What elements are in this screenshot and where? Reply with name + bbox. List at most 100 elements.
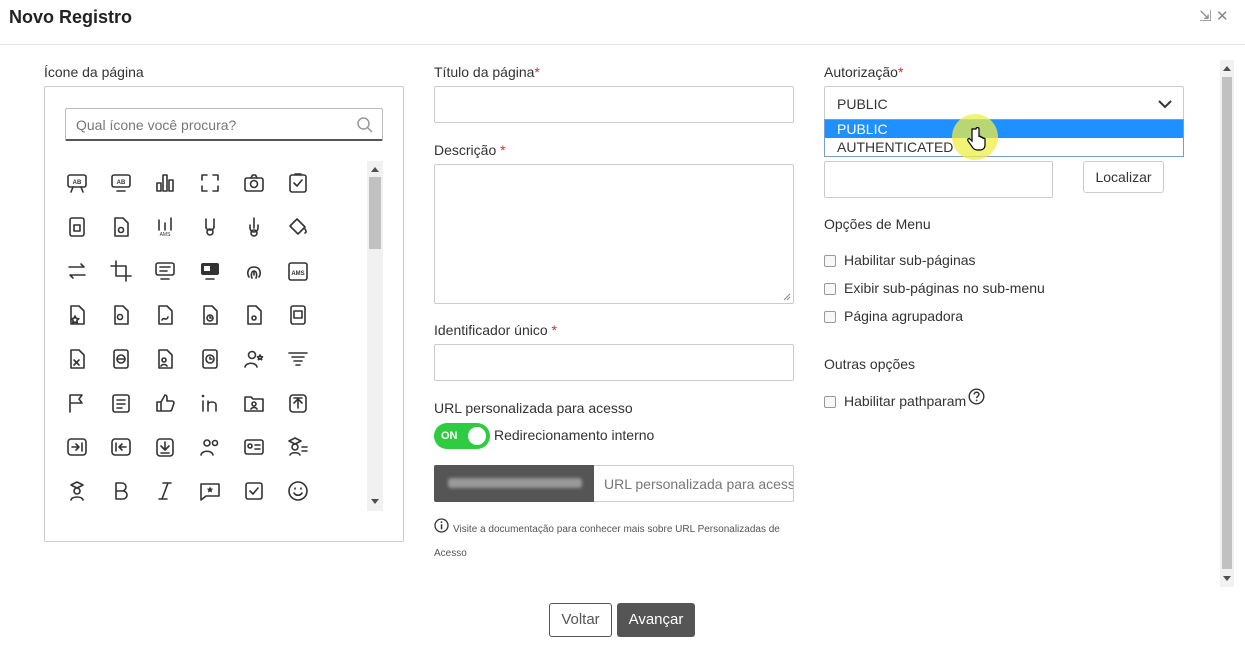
page-scroll-down-arrow[interactable] [1223,576,1231,581]
chevron-down-icon [1157,97,1173,115]
dialog-header: Novo Registro ⇲ ✕ [0,0,1245,45]
crop-icon[interactable] [109,259,133,283]
bold-icon[interactable] [109,479,133,503]
scroll-down-arrow[interactable] [371,499,379,504]
users-icon[interactable] [198,435,222,459]
back-button[interactable]: Voltar [549,603,612,637]
file-user-icon[interactable] [153,347,177,371]
camera-icon[interactable] [242,171,266,195]
toggle-on-text: ON [441,430,458,442]
paint-bucket-icon[interactable] [286,215,310,239]
user-star-icon[interactable] [242,347,266,371]
description-label-text: Descrição [434,142,501,158]
document-lines-icon[interactable] [109,391,133,415]
fingerprint-icon[interactable] [242,259,266,283]
arrow-left-bar-icon[interactable] [109,435,133,459]
internal-redirect-toggle[interactable]: ON [434,423,490,449]
file-award-icon[interactable] [109,303,133,327]
svg-text:AB: AB [73,180,82,186]
graduate-icon[interactable] [65,479,89,503]
presentation-ab-icon[interactable]: AB [65,171,89,195]
search-icon[interactable] [356,116,374,139]
flag-icon[interactable] [65,391,89,415]
url-prefix-blurred [448,478,582,488]
next-button[interactable]: Avançar [617,603,695,637]
arrow-right-bar-icon[interactable] [65,435,89,459]
file-gear-2-icon[interactable] [242,303,266,327]
scroll-thumb[interactable] [369,177,381,249]
icon-grid: AB AB AMS AMS [65,171,365,523]
file-gear-icon[interactable] [109,215,133,239]
required-mark: * [897,64,904,80]
help-text-line-2: Acesso [434,548,467,559]
file-star-icon[interactable] [65,303,89,327]
grouping-page-label: Página agrupadora [844,308,964,324]
dropdown-option-authenticated[interactable]: AUTHENTICATED [825,138,1183,156]
chat-star-icon[interactable] [198,479,222,503]
restore-icon[interactable]: ⇲ [1199,9,1212,24]
monitor-list-icon[interactable] [153,259,177,283]
focus-frame-icon[interactable] [198,171,222,195]
description-label: Descrição * [434,142,506,158]
resize-handle-icon[interactable] [783,293,791,301]
menu-options-heading: Opções de Menu [824,216,931,232]
filter-lines-icon[interactable] [286,347,310,371]
file-x-icon[interactable] [65,347,89,371]
scroll-up-arrow[interactable] [371,167,379,172]
custom-url-input[interactable]: URL personalizada para acesso [594,465,794,502]
page-scroll-thumb[interactable] [1222,77,1232,569]
pitchfork-hand-icon[interactable] [198,215,222,239]
description-textarea[interactable] [434,164,794,304]
upload-box-icon[interactable] [286,391,310,415]
monitor-slides-icon[interactable] [198,259,222,283]
device-square-icon[interactable] [65,215,89,239]
clipboard-check-icon[interactable] [286,171,310,195]
thumbs-up-icon[interactable] [153,391,177,415]
identifier-input[interactable] [434,344,794,381]
required-mark: * [500,142,506,158]
required-mark: * [551,322,557,338]
page-title-input[interactable] [434,86,794,123]
localizar-button[interactable]: Localizar [1083,161,1164,193]
download-box-icon[interactable] [153,435,177,459]
close-icon[interactable]: ✕ [1216,9,1229,24]
icon-search-placeholder: Qual ícone você procura? [76,117,237,133]
swap-arrows-icon[interactable] [65,259,89,283]
checkbox-icon[interactable] [242,479,266,503]
icon-search-input[interactable]: Qual ícone você procura? [65,108,383,141]
dropdown-option-public[interactable]: PUBLIC [825,120,1183,138]
show-subpages-checkbox[interactable] [824,283,836,295]
id-card-icon[interactable] [242,435,266,459]
svg-text:AMS: AMS [160,232,172,238]
authorization-select[interactable]: PUBLIC [824,86,1184,120]
file-clock-icon[interactable] [198,303,222,327]
help-text-line-1: Visite a documentação para conhecer mais… [453,524,780,535]
graduate-list-icon[interactable] [286,435,310,459]
smile-icon[interactable] [286,479,310,503]
page-scroll-up-arrow[interactable] [1223,66,1231,71]
chart-ams-icon[interactable]: AMS [153,215,177,239]
file-signature-icon[interactable] [153,303,177,327]
linkedin-icon[interactable] [198,391,222,415]
file-globe-icon[interactable] [109,347,133,371]
calendar-box-icon[interactable] [286,303,310,327]
search-field[interactable] [824,161,1053,198]
icon-grid-scrollbar[interactable] [367,161,383,511]
svg-text:AB: AB [117,180,126,186]
internal-redirect-label: Redirecionamento interno [494,427,655,443]
page-scrollbar[interactable] [1220,60,1234,587]
enable-subpages-label: Habilitar sub-páginas [844,252,976,268]
help-question-icon[interactable] [968,388,985,410]
enable-subpages-checkbox[interactable] [824,255,836,267]
bar-chart-icon[interactable] [153,171,177,195]
monitor-ab-icon[interactable]: AB [109,171,133,195]
grouping-page-checkbox[interactable] [824,311,836,323]
folder-user-icon[interactable] [242,391,266,415]
ams-box-icon[interactable]: AMS [286,259,310,283]
required-mark: * [534,64,540,80]
clock-box-icon[interactable] [198,347,222,371]
other-options-heading: Outras opções [824,356,916,372]
enable-pathparam-checkbox[interactable] [824,396,836,408]
italic-icon[interactable] [153,479,177,503]
hook-hand-icon[interactable] [242,215,266,239]
